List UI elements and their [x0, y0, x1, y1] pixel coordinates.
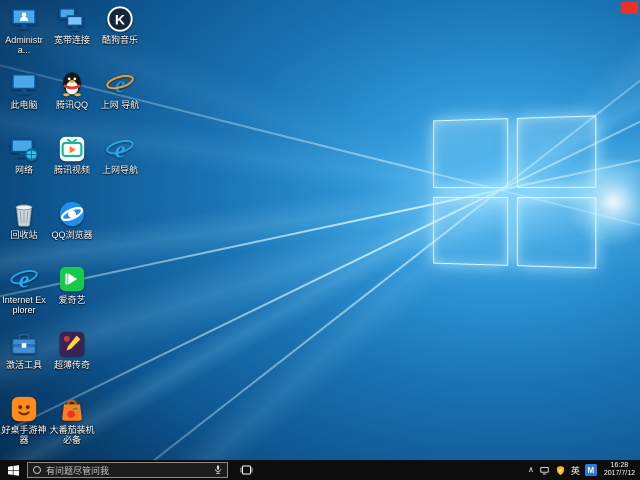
icon-label: 回收站	[1, 230, 48, 240]
desktop-icon-kugou-music[interactable]: K 酷狗音乐	[96, 4, 144, 69]
cortana-icon	[32, 465, 42, 475]
icon-label: 超薄传奇	[49, 360, 96, 370]
desktop-icon-network[interactable]: 网络	[0, 134, 48, 199]
icon-label: Internet Explorer	[1, 295, 48, 315]
ime-language-indicator[interactable]: 英	[571, 464, 580, 477]
desktop-icon-activation-tool[interactable]: 激活工具	[0, 329, 48, 394]
broadband-connection-icon	[57, 4, 87, 34]
network-tray-icon[interactable]	[539, 465, 550, 476]
start-button[interactable]	[0, 460, 26, 480]
task-view-button[interactable]	[235, 460, 257, 480]
hidden-icons-chevron[interactable]: ∧	[528, 465, 534, 474]
system-tray: ∧ 英 M 16:28 2017/7/12	[528, 460, 640, 480]
taskbar-search[interactable]: 有问题尽管问我	[27, 462, 228, 478]
desktop-icon-administrator-files[interactable]: Administra...	[0, 4, 48, 69]
windows-logo-icon	[8, 465, 19, 476]
desktop-icon-recycle-bin[interactable]: 回收站	[0, 199, 48, 264]
qq-browser-icon	[57, 199, 87, 229]
task-view-icon	[240, 464, 253, 476]
activation-tool-icon	[9, 329, 39, 359]
icon-label: 上网 导航	[97, 100, 144, 110]
windows-logo-window	[433, 115, 596, 268]
clock-time: 16:28	[604, 462, 635, 470]
internet-explorer-icon: e	[9, 264, 39, 294]
desktop-icon-qq-browser[interactable]: QQ浏览器	[48, 199, 96, 264]
chuanqi-game-icon	[57, 329, 87, 359]
icon-label: 腾讯QQ	[49, 100, 96, 110]
icon-label: 激活工具	[1, 360, 48, 370]
kugou-music-icon: K	[105, 4, 135, 34]
icon-label: 好桌手游神器	[1, 425, 48, 445]
desktop-icon-broadband-connection[interactable]: 宽带连接	[48, 4, 96, 69]
search-placeholder: 有问题尽管问我	[46, 464, 209, 477]
network-icon	[9, 134, 39, 164]
icon-label: 爱奇艺	[49, 295, 96, 305]
icon-label: Administra...	[1, 35, 48, 55]
desktop-icon-tencent-video[interactable]: 腾讯视频	[48, 134, 96, 199]
icon-label: 宽带连接	[49, 35, 96, 45]
dafanqie-bundle-icon	[57, 394, 87, 424]
clock[interactable]: 16:28 2017/7/12	[602, 462, 637, 478]
desktop-icon-haozhuo-game-tool[interactable]: 好桌手游神器	[0, 394, 48, 459]
desktop-icon-web-navigation-2[interactable]: e 上网导航	[96, 134, 144, 199]
administrator-files-icon	[9, 4, 39, 34]
icon-label: QQ浏览器	[49, 230, 96, 240]
icon-label: 酷狗音乐	[97, 35, 144, 45]
desktop-icon-iqiyi[interactable]: 爱奇艺	[48, 264, 96, 329]
haozhuo-game-tool-icon	[9, 394, 39, 424]
clock-date: 2017/7/12	[604, 470, 635, 478]
svg-text:K: K	[115, 12, 126, 28]
desktop-icon-tencent-qq[interactable]: 腾讯QQ	[48, 69, 96, 134]
desktop-icon-chuanqi-game[interactable]: 超薄传奇	[48, 329, 96, 394]
microphone-icon[interactable]	[213, 464, 223, 476]
tencent-video-icon	[57, 134, 87, 164]
desktop-icon-grid: Administra... 此电脑 网络 回收站 e Internet Expl…	[0, 4, 144, 459]
icon-label: 网络	[1, 165, 48, 175]
icon-label: 大番茄装机必备	[49, 425, 96, 445]
icon-label: 腾讯视频	[49, 165, 96, 175]
desktop-icon-web-navigation-1[interactable]: e 上网 导航	[96, 69, 144, 134]
desktop-icon-this-pc[interactable]: 此电脑	[0, 69, 48, 134]
recycle-bin-icon	[9, 199, 39, 229]
icon-label: 此电脑	[1, 100, 48, 110]
desktop-icon-internet-explorer[interactable]: e Internet Explorer	[0, 264, 48, 329]
red-watermark-badge	[621, 2, 638, 14]
tencent-qq-icon	[57, 69, 87, 99]
web-navigation-1-icon: e	[105, 69, 135, 99]
m-app-tray-icon[interactable]: M	[585, 464, 597, 476]
security-tray-icon[interactable]	[555, 465, 566, 476]
desktop-icon-dafanqie-bundle[interactable]: 大番茄装机必备	[48, 394, 96, 459]
iqiyi-icon	[57, 264, 87, 294]
web-navigation-2-icon: e	[105, 134, 135, 164]
icon-label: 上网导航	[97, 165, 144, 175]
taskbar: 有问题尽管问我 ∧ 英 M 16:28 2017/7/12	[0, 460, 640, 480]
this-pc-icon	[9, 69, 39, 99]
